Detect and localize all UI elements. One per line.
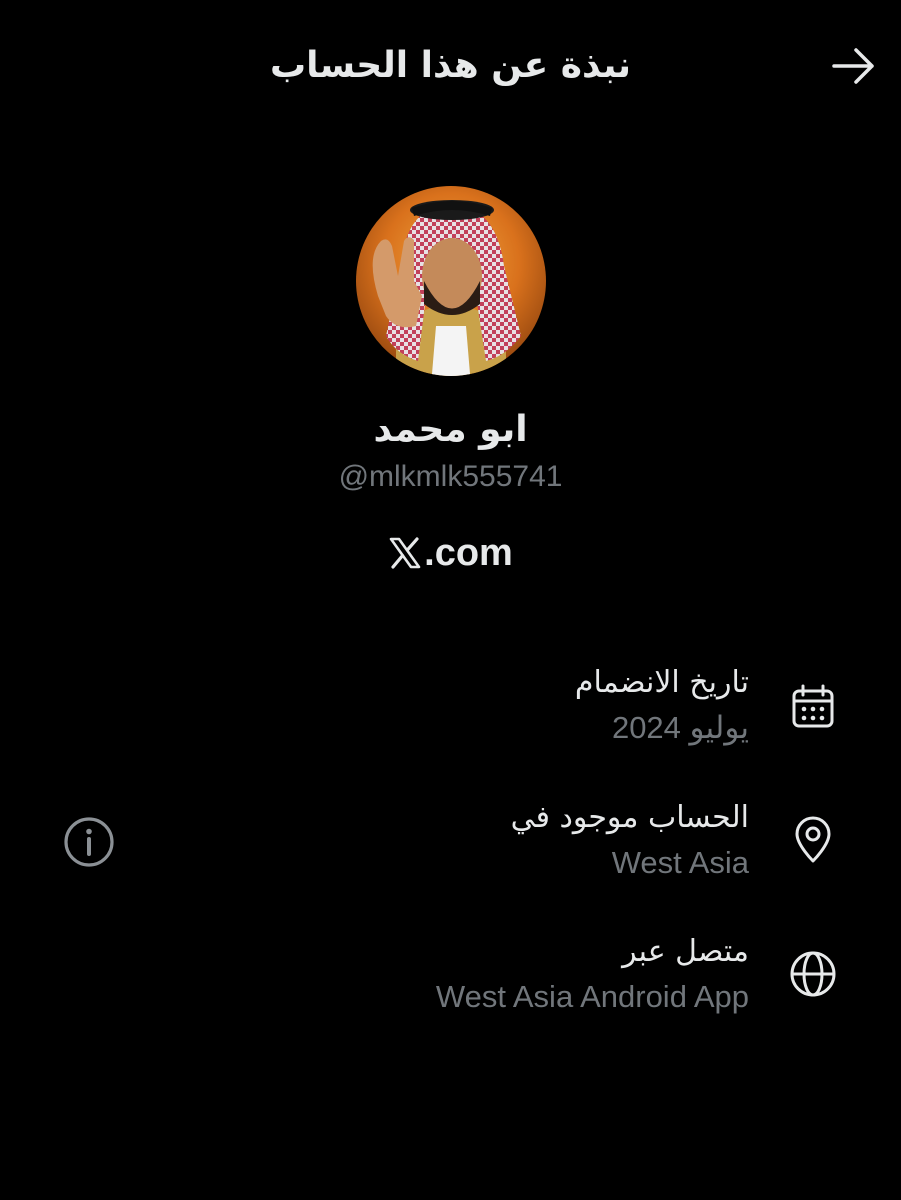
detail-value-location: West Asia: [611, 845, 749, 880]
detail-value-joined: يوليو 2024: [611, 710, 749, 745]
avatar[interactable]: [356, 186, 546, 376]
info-icon: [64, 817, 114, 867]
x-logo-icon: [389, 537, 421, 569]
detail-title-joined: تاريخ الانضمام: [574, 665, 749, 700]
detail-title-connected: متصل عبر: [622, 934, 749, 969]
arrow-right-icon: [832, 48, 874, 84]
user-handle: @mlkmlk555741: [338, 460, 563, 493]
website-row[interactable]: .com: [0, 525, 901, 581]
avatar-image: [356, 186, 546, 376]
detail-row-connected: متصل عبر West Asia Android App: [0, 929, 901, 1039]
location-info-button[interactable]: [62, 815, 116, 869]
detail-row-joined: تاريخ الانضمام يوليو 2024: [0, 660, 901, 770]
location-pin-icon: [795, 816, 831, 863]
globe-icon: [790, 951, 836, 997]
detail-value-connected: West Asia Android App: [435, 979, 749, 1014]
website-suffix: .com: [424, 532, 513, 574]
back-button[interactable]: [828, 44, 880, 88]
detail-row-location: الحساب موجود في West Asia: [0, 795, 901, 905]
calendar-icon: [792, 684, 834, 728]
top-bar: نبذة عن هذا الحساب: [0, 0, 901, 130]
page-title: نبذة عن هذا الحساب: [269, 45, 632, 86]
display-name: ابو محمد: [373, 409, 528, 450]
detail-title-location: الحساب موجود في: [510, 800, 749, 835]
